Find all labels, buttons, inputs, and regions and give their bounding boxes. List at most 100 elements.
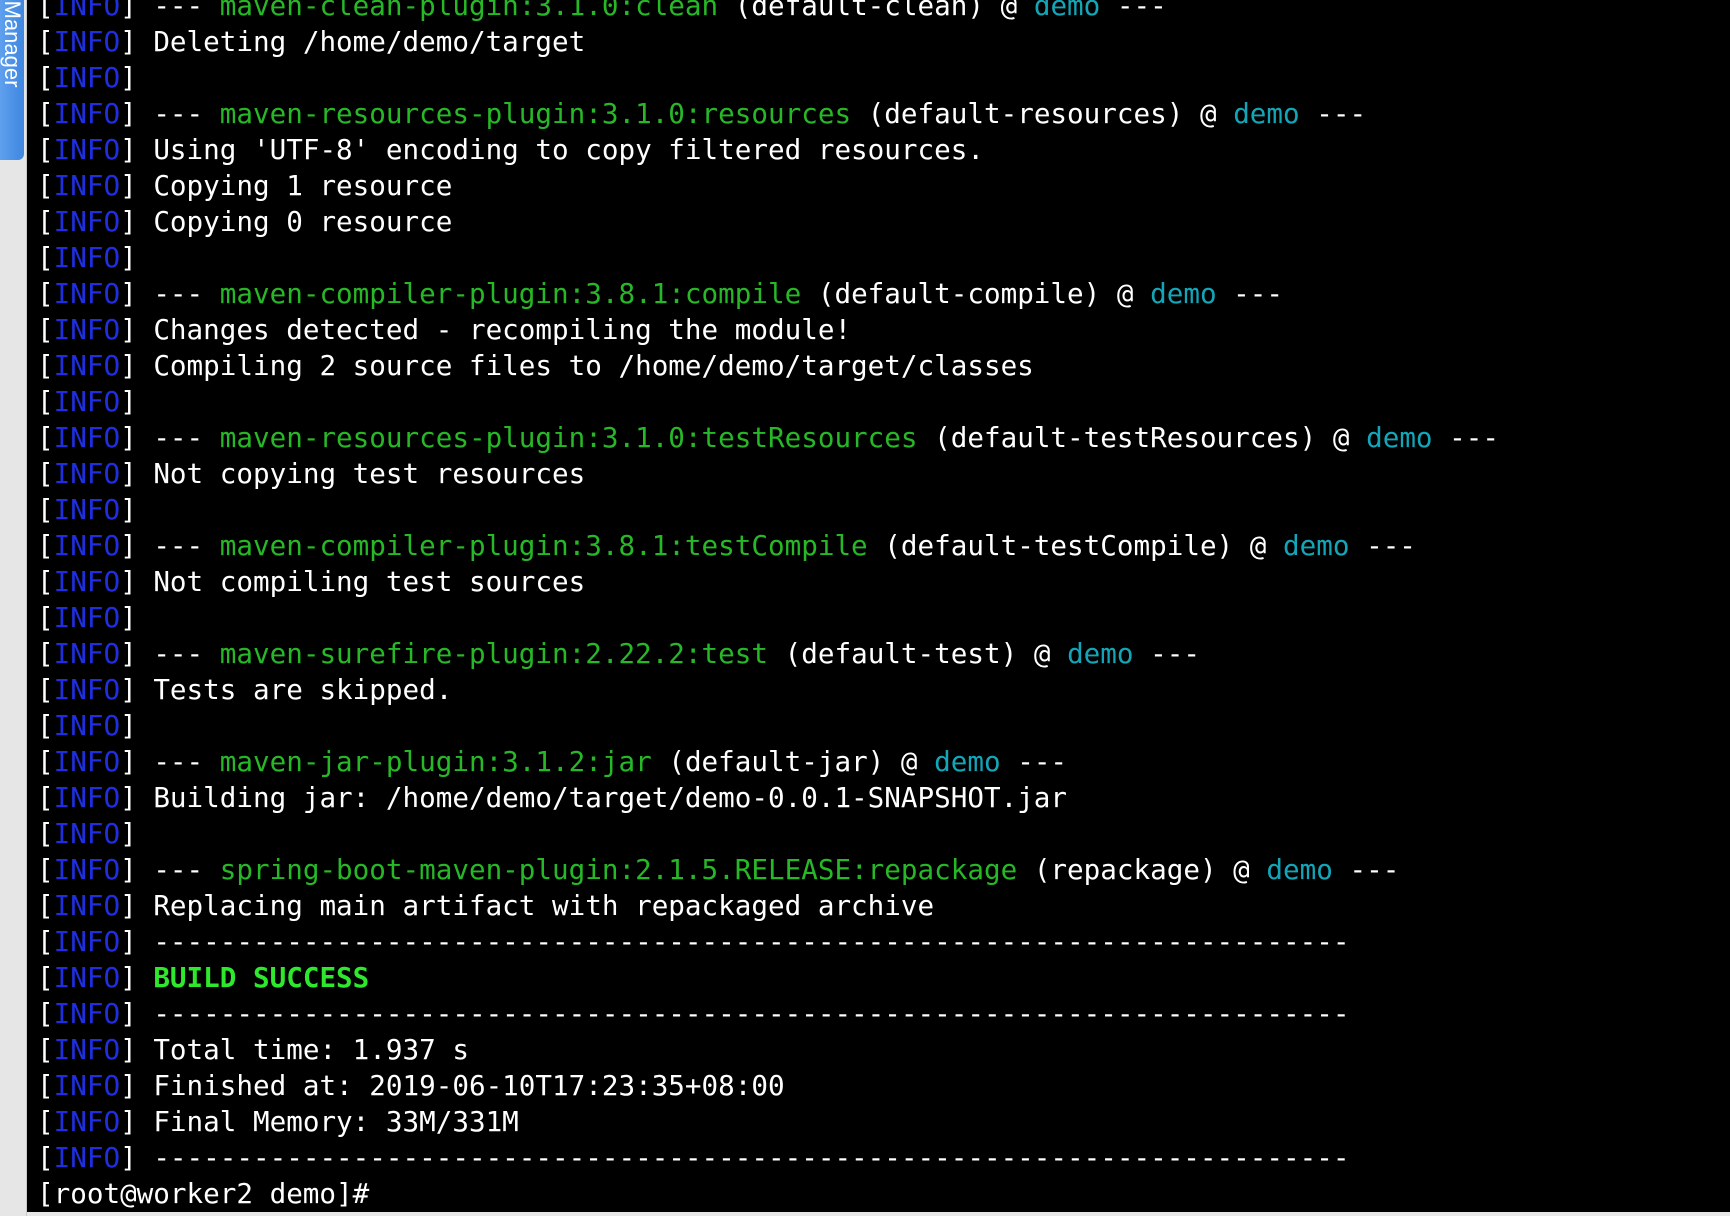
terminal-line: [INFO] Total time: 1.937 s [37,1032,1730,1068]
separator-dashes: --- [153,637,220,670]
at-sign: @ [1183,97,1234,130]
log-message: ----------------------------------------… [153,1141,1350,1174]
bracket-open: [ [37,97,54,130]
bracket-close: ] [120,529,154,562]
terminal-line: [INFO] ---------------------------------… [37,996,1730,1032]
bracket-open: [ [37,421,54,454]
separator-dashes: --- [153,853,220,886]
at-sign: @ [1100,277,1151,310]
terminal-line: [INFO] Tests are skipped. [37,672,1730,708]
bracket-open: [ [37,61,54,94]
terminal-line: [INFO] [37,492,1730,528]
at-sign: @ [983,0,1034,22]
shell-prompt-line[interactable]: [root@worker2 demo]# [37,1176,1730,1212]
log-level: INFO [53,565,121,598]
plugin-goal: maven-compiler-plugin:3.8.1:compile [219,277,802,310]
log-level: INFO [53,745,121,778]
log-message: Deleting /home/demo/target [153,25,586,58]
bracket-close: ] [120,241,154,274]
bracket-close: ] [120,961,154,994]
log-message: Not copying test resources [153,457,586,490]
log-level: INFO [53,709,121,742]
bracket-close: ] [120,889,154,922]
log-level: INFO [53,277,121,310]
execution-id: (repackage) [1033,853,1217,886]
log-level: INFO [53,925,121,958]
bracket-close: ] [120,0,154,22]
bracket-close: ] [120,601,154,634]
log-level: INFO [53,673,121,706]
bracket-close: ] [120,97,154,130]
log-level: INFO [53,205,121,238]
terminal-line: [INFO] Not copying test resources [37,456,1730,492]
at-sign: @ [1233,529,1284,562]
bracket-close: ] [120,673,154,706]
log-level: INFO [53,133,121,166]
bracket-open: [ [37,745,54,778]
bracket-close: ] [120,781,154,814]
bracket-open: [ [37,601,54,634]
log-message: Replacing main artifact with repackaged … [153,889,935,922]
bracket-close: ] [120,637,154,670]
bracket-close: ] [120,133,154,166]
terminal-window[interactable]: [INFO] --- maven-clean-plugin:3.1.0:clea… [27,0,1730,1212]
log-message: ----------------------------------------… [153,997,1350,1030]
log-level: INFO [53,1069,121,1102]
at-sign: @ [1316,421,1367,454]
side-panel-strip: on Manager [0,0,27,1216]
separator-dashes: --- [1349,529,1416,562]
terminal-line: [INFO] [37,384,1730,420]
bracket-open: [ [37,565,54,598]
log-message: Changes detected - recompiling the modul… [153,313,852,346]
separator-dashes: --- [1133,637,1200,670]
bracket-close: ] [120,493,154,526]
bracket-open: [ [37,205,54,238]
log-level: INFO [53,781,121,814]
terminal-line: [INFO] [37,816,1730,852]
log-level: INFO [53,1033,121,1066]
build-success-message: BUILD SUCCESS [153,961,370,994]
log-message: Not compiling test sources [153,565,586,598]
bracket-open: [ [37,385,54,418]
terminal-line: [INFO] Not compiling test sources [37,564,1730,600]
bracket-close: ] [120,25,154,58]
bracket-open: [ [37,997,54,1030]
bracket-open: [ [37,1141,54,1174]
terminal-line: [INFO] --- maven-surefire-plugin:2.22.2:… [37,636,1730,672]
log-message: Compiling 2 source files to /home/demo/t… [153,349,1034,382]
separator-dashes: --- [153,529,220,562]
log-level: INFO [53,889,121,922]
bracket-open: [ [37,241,54,274]
log-level: INFO [53,1105,121,1138]
terminal-line: [INFO] --- maven-compiler-plugin:3.8.1:t… [37,528,1730,564]
terminal-line: [INFO] Changes detected - recompiling th… [37,312,1730,348]
log-message: Finished at: 2019-06-10T17:23:35+08:00 [153,1069,785,1102]
bracket-close: ] [120,205,154,238]
log-level: INFO [53,241,121,274]
separator-dashes: --- [153,745,220,778]
terminal-line: [INFO] [37,240,1730,276]
log-message: Final Memory: 33M/331M [153,1105,519,1138]
log-level: INFO [53,637,121,670]
terminal-line: [INFO] ---------------------------------… [37,1140,1730,1176]
side-tab-manager[interactable]: on Manager [0,0,24,160]
log-level: INFO [53,385,121,418]
terminal-line: [INFO] [37,708,1730,744]
bracket-close: ] [120,745,154,778]
plugin-goal: spring-boot-maven-plugin:2.1.5.RELEASE:r… [219,853,1018,886]
log-level: INFO [53,529,121,562]
log-level: INFO [53,961,121,994]
terminal-line: [INFO] --- maven-compiler-plugin:3.8.1:c… [37,276,1730,312]
project-name: demo [934,745,1001,778]
at-sign: @ [1216,853,1267,886]
bracket-close: ] [120,313,154,346]
bracket-open: [ [37,169,54,202]
terminal-line: [INFO] --- maven-jar-plugin:3.1.2:jar (d… [37,744,1730,780]
